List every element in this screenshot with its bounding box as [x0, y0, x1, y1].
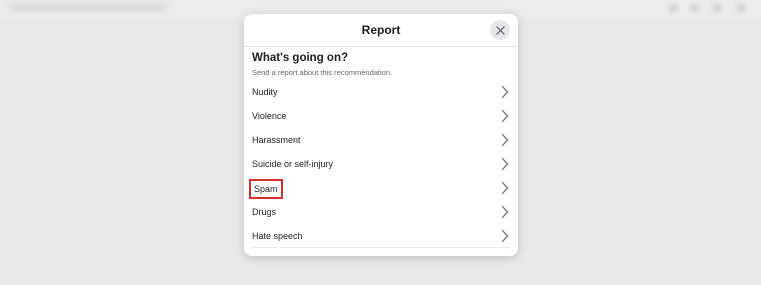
option-drugs[interactable]: Drugs: [244, 200, 518, 224]
close-icon: [495, 25, 505, 35]
option-label-highlighted: Spam: [249, 179, 283, 199]
section-heading: What's going on?: [252, 52, 348, 64]
chevron-right-icon: [501, 109, 509, 123]
option-label: Violence: [252, 111, 287, 121]
dialog-header: Report: [244, 14, 518, 47]
option-label: Suicide or self-injury: [252, 159, 334, 169]
option-hate-speech[interactable]: Hate speech: [244, 224, 518, 248]
background-messenger-icon: [690, 3, 700, 13]
option-spam[interactable]: Spam: [244, 176, 518, 200]
list-bottom-divider: [252, 247, 510, 248]
report-dialog: Report What's going on? Send a report ab…: [244, 14, 518, 256]
option-label: Drugs: [252, 207, 277, 217]
option-nudity[interactable]: Nudity: [244, 80, 518, 104]
chevron-right-icon: [501, 133, 509, 147]
option-label: Nudity: [252, 87, 278, 97]
section-subheading: Send a report about this recommendation.: [252, 68, 393, 77]
chevron-right-icon: [501, 85, 509, 99]
background-menu-icon: [668, 3, 678, 13]
option-violence[interactable]: Violence: [244, 104, 518, 128]
background-profile-icon: [736, 3, 746, 13]
report-options-list: Nudity Violence Harassment Suicide or se…: [244, 80, 518, 248]
option-label: Harassment: [252, 135, 301, 145]
option-harassment[interactable]: Harassment: [244, 128, 518, 152]
chevron-right-icon: [501, 205, 509, 219]
chevron-right-icon: [501, 229, 509, 243]
close-button[interactable]: [490, 20, 510, 40]
background-page-title: [8, 2, 168, 12]
chevron-right-icon: [501, 157, 509, 171]
dialog-title: Report: [361, 23, 401, 37]
background-notifications-icon: [712, 3, 722, 13]
chevron-right-icon: [501, 181, 509, 195]
option-suicide-or-self-injury[interactable]: Suicide or self-injury: [244, 152, 518, 176]
option-label: Hate speech: [252, 231, 303, 241]
